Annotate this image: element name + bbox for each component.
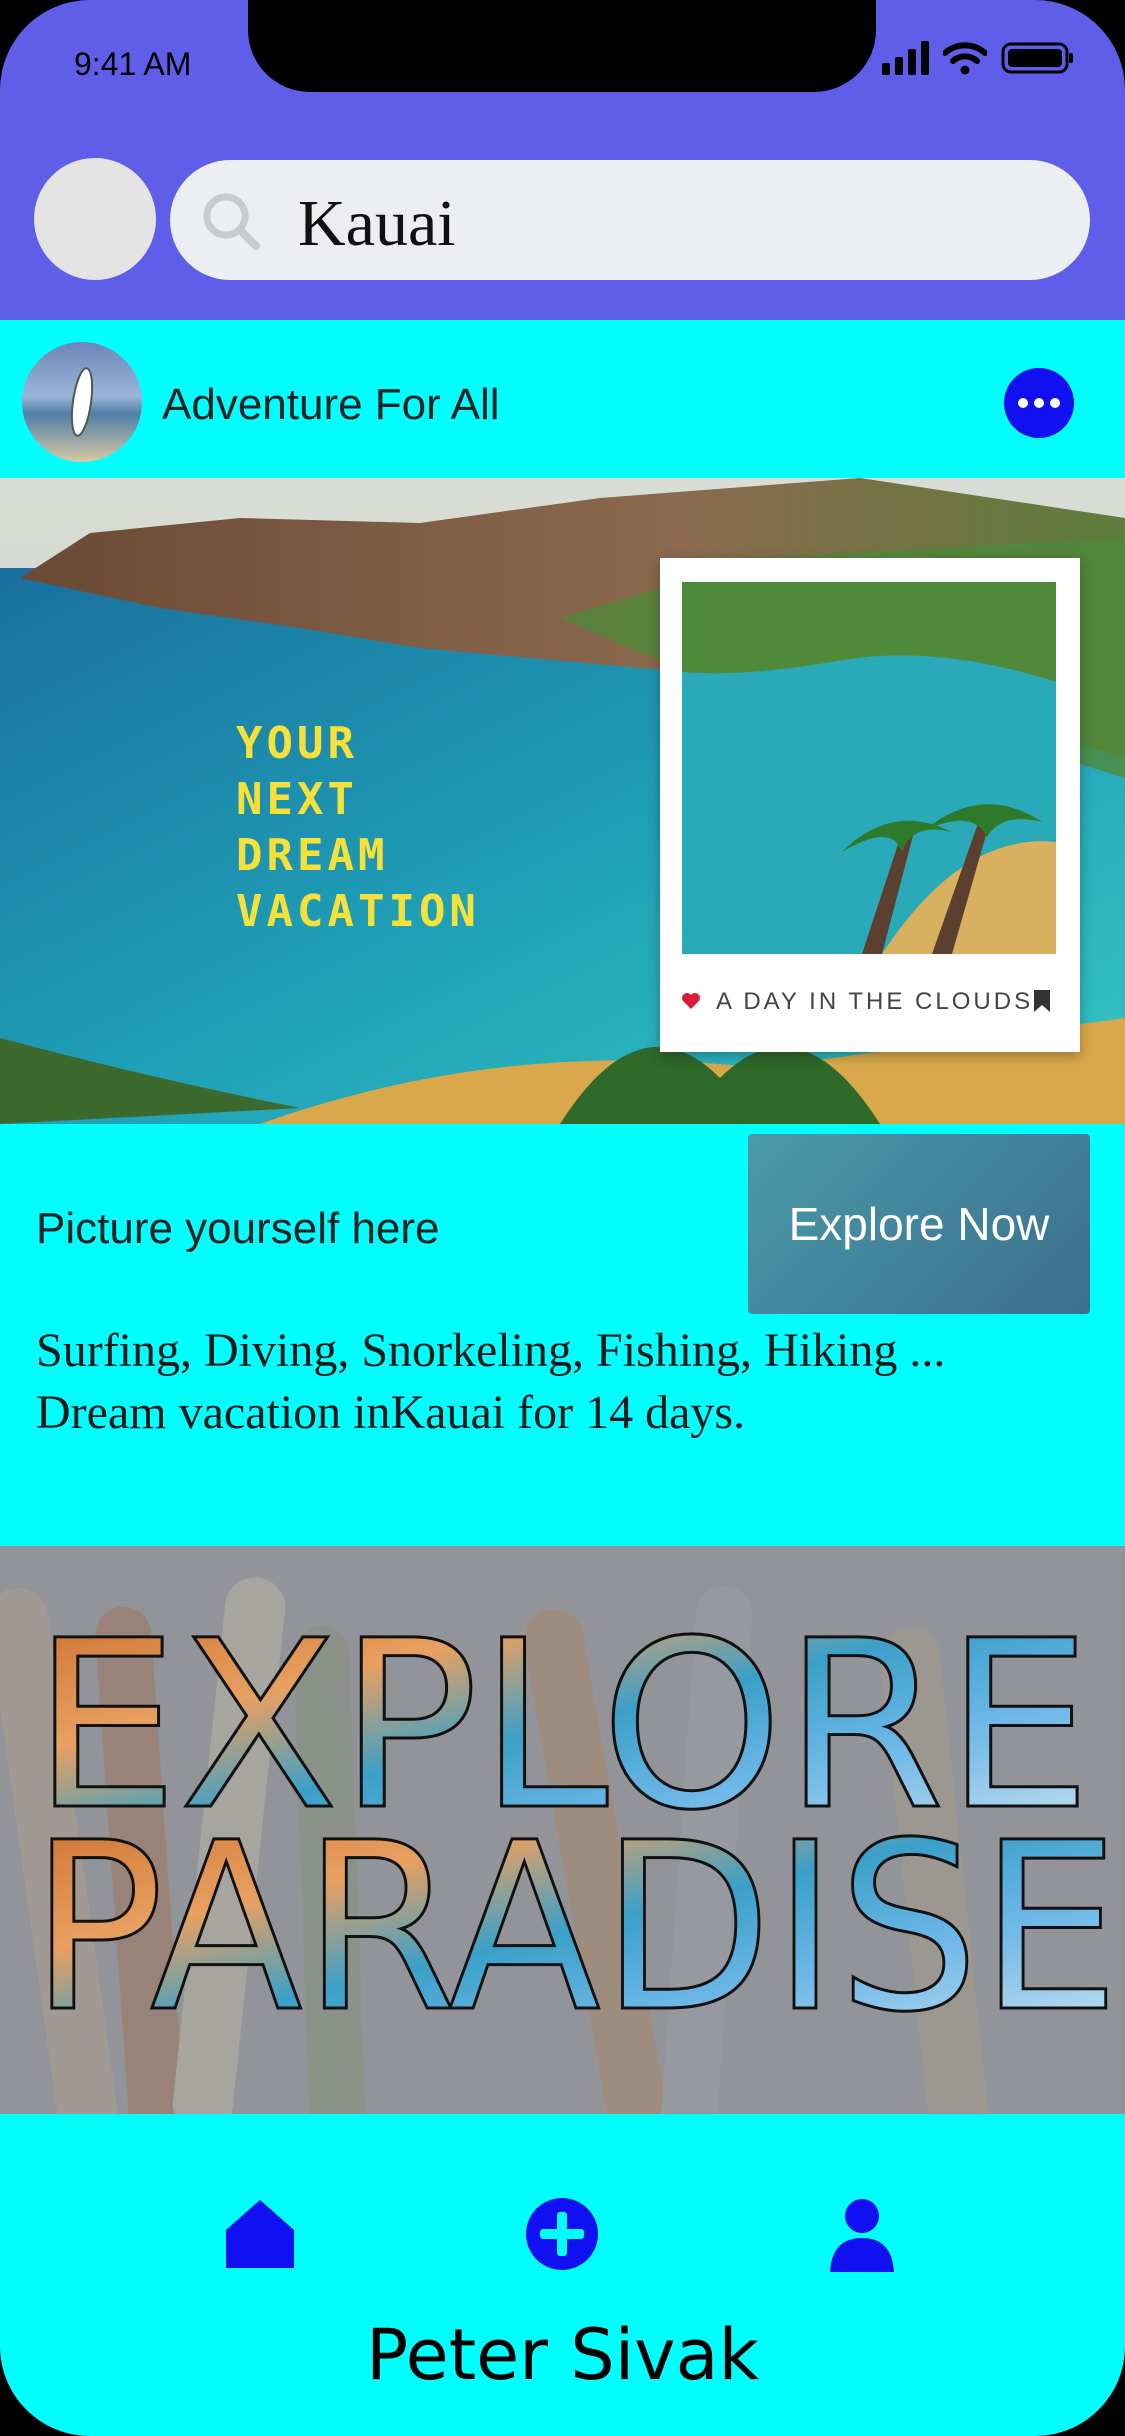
post-body: Picture yourself here Explore Now Surfin… [0, 1124, 1125, 1546]
status-time: 9:41 AM [74, 46, 192, 82]
wifi-icon [943, 42, 987, 75]
headline-text: YOUR NEXT DREAM VACATION [236, 716, 480, 940]
search-icon [203, 193, 260, 250]
post-description: Surfing, Diving, Snorkeling, Fishing, Hi… [36, 1320, 1076, 1444]
banner-title: EXPLORE PARADISE [29, 1590, 1122, 2065]
polaroid-card: A DAY IN THE CLOUDS [660, 558, 1080, 1052]
post-image[interactable]: YOUR NEXT DREAM VACATION A DAY IN THE CL… [0, 478, 1125, 1124]
headline-line: DREAM [236, 830, 389, 881]
bookmark-icon[interactable] [1032, 988, 1052, 1014]
person-icon[interactable] [822, 2194, 902, 2274]
more-options-button[interactable] [1004, 368, 1074, 438]
search-header: Kauai [0, 110, 1125, 320]
more-dot-icon [1034, 398, 1044, 408]
explore-now-button[interactable]: Explore Now [748, 1134, 1090, 1314]
user-avatar[interactable] [34, 158, 156, 280]
home-icon[interactable] [220, 2194, 300, 2274]
search-input[interactable]: Kauai [298, 186, 456, 262]
more-dot-icon [1050, 398, 1060, 408]
post-subtitle: Picture yourself here [36, 1204, 440, 1253]
user-name: Peter Sivak [365, 2314, 760, 2396]
bottom-navigation: Peter Sivak [0, 2114, 1125, 2436]
headline-line: VACATION [236, 886, 480, 937]
search-bar[interactable]: Kauai [170, 160, 1090, 280]
banner-line-2: PARADISE [30, 1793, 1120, 2063]
status-bar: 9:41 AM [0, 0, 1125, 110]
polaroid-photo [682, 582, 1056, 954]
add-circle-icon[interactable] [522, 2194, 602, 2274]
surfboard-icon [70, 367, 94, 437]
headline-line: YOUR [236, 718, 358, 769]
more-dot-icon [1018, 398, 1028, 408]
bay-photo [682, 582, 1056, 954]
post-author-name[interactable]: Adventure For All [162, 380, 500, 430]
device-notch [248, 0, 876, 92]
explore-paradise-banner[interactable]: EXPLORE PARADISE [0, 1546, 1125, 2114]
heart-icon[interactable] [680, 990, 702, 1012]
cellular-signal-icon [882, 41, 929, 75]
description-line: Dream vacation inKauai for 14 days. [36, 1386, 746, 1439]
battery-icon [1001, 42, 1073, 74]
headline-line: NEXT [236, 774, 358, 825]
author-avatar[interactable] [22, 342, 142, 462]
phone-screen: 9:41 AM Kauai Adventure For All YOUR NEX… [0, 0, 1125, 2436]
post-header: Adventure For All [0, 320, 1125, 478]
description-line: Surfing, Diving, Snorkeling, Fishing, Hi… [36, 1324, 946, 1377]
status-icons [882, 38, 1075, 78]
polaroid-caption: A DAY IN THE CLOUDS [716, 988, 1034, 1015]
